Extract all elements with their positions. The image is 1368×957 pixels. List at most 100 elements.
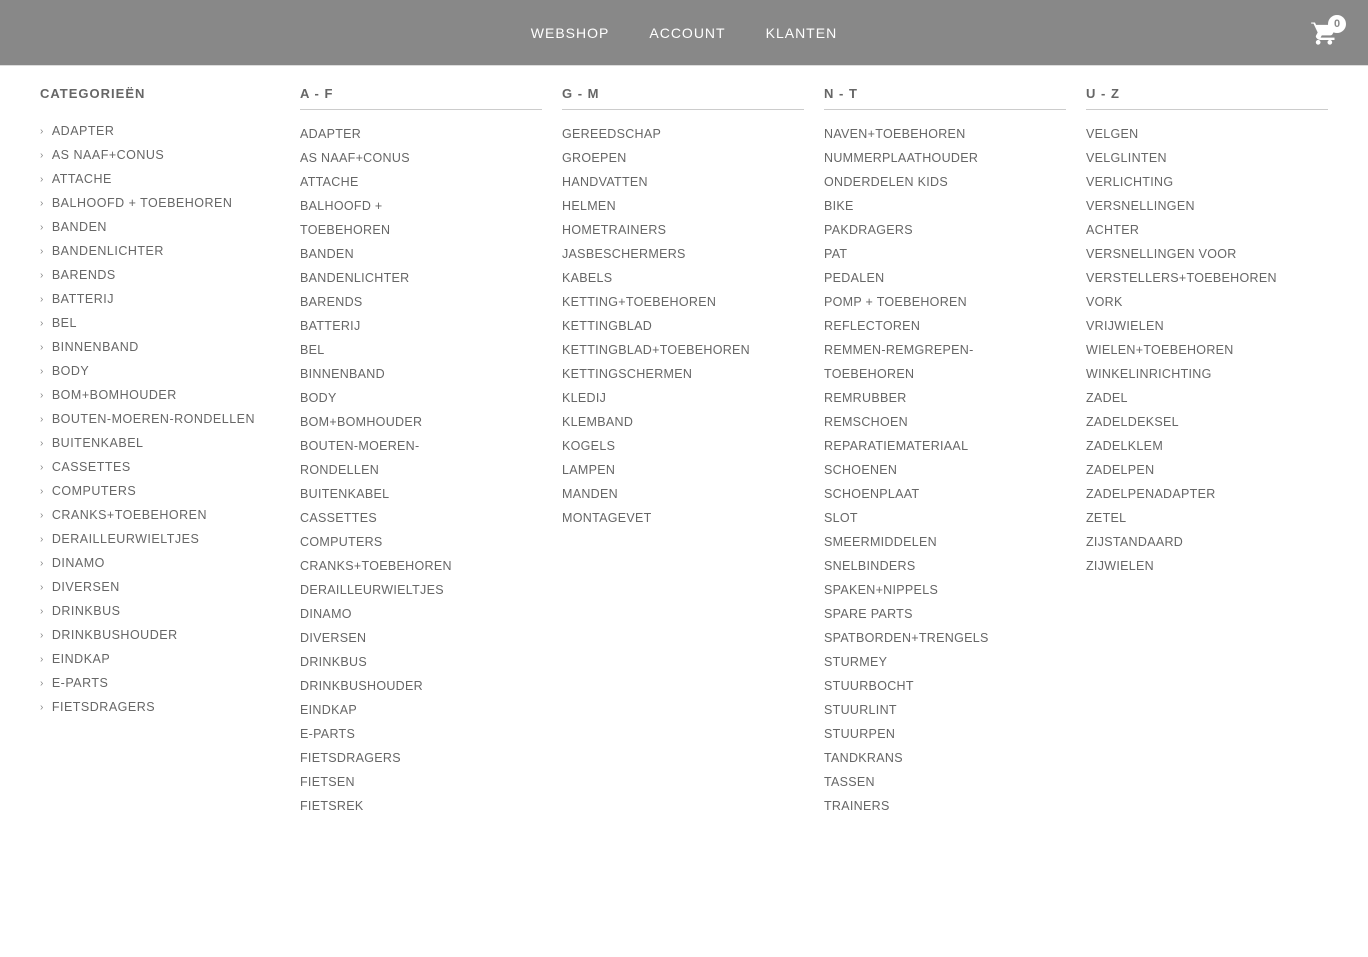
sidebar-item[interactable]: ›COMPUTERS bbox=[40, 479, 280, 503]
list-item[interactable]: KLEMBAND bbox=[562, 410, 804, 434]
nav-klanten[interactable]: KLANTEN bbox=[766, 25, 838, 41]
list-item[interactable]: VELGLINTEN bbox=[1086, 146, 1328, 170]
list-item[interactable]: TANDKRANS bbox=[824, 746, 1066, 770]
list-item[interactable]: SLOT bbox=[824, 506, 1066, 530]
list-item[interactable]: HANDVATTEN bbox=[562, 170, 804, 194]
list-item[interactable]: E-PARTS bbox=[300, 722, 542, 746]
list-item[interactable]: REPARATIEMATERIAAL bbox=[824, 434, 1066, 458]
list-item[interactable]: SCHOENPLAAT bbox=[824, 482, 1066, 506]
list-item[interactable]: KETTINGSCHERMEN bbox=[562, 362, 804, 386]
list-item[interactable]: SPATBORDEN+TRENGELS bbox=[824, 626, 1066, 650]
list-item[interactable]: GROEPEN bbox=[562, 146, 804, 170]
cart-button[interactable]: 0 bbox=[1310, 19, 1338, 47]
list-item[interactable]: DRINKBUS bbox=[300, 650, 542, 674]
list-item[interactable]: STUURPEN bbox=[824, 722, 1066, 746]
sidebar-item[interactable]: ›BANDEN bbox=[40, 215, 280, 239]
list-item[interactable]: NAVEN+TOEBEHOREN bbox=[824, 122, 1066, 146]
sidebar-item[interactable]: ›FIETSDRAGERS bbox=[40, 695, 280, 719]
list-item[interactable]: ONDERDELEN KIDS bbox=[824, 170, 1066, 194]
list-item[interactable]: SPAKEN+NIPPELS bbox=[824, 578, 1066, 602]
list-item[interactable]: MANDEN bbox=[562, 482, 804, 506]
list-item[interactable]: DIVERSEN bbox=[300, 626, 542, 650]
list-item[interactable]: PAT bbox=[824, 242, 1066, 266]
list-item[interactable]: REFLECTOREN bbox=[824, 314, 1066, 338]
list-item[interactable]: KETTINGBLAD+TOEBEHOREN bbox=[562, 338, 804, 362]
list-item[interactable]: HOMETRAINERS bbox=[562, 218, 804, 242]
list-item[interactable]: VELGEN bbox=[1086, 122, 1328, 146]
list-item[interactable]: BALHOOFD + bbox=[300, 194, 542, 218]
list-item[interactable]: VERLICHTING bbox=[1086, 170, 1328, 194]
sidebar-item[interactable]: ›ADAPTER bbox=[40, 119, 280, 143]
list-item[interactable]: STURMEY bbox=[824, 650, 1066, 674]
list-item[interactable]: ZADELPEN bbox=[1086, 458, 1328, 482]
nav-webshop[interactable]: WEBSHOP bbox=[531, 25, 610, 41]
list-item[interactable]: BUITENKABEL bbox=[300, 482, 542, 506]
sidebar-item[interactable]: ›DRINKBUSHOUDER bbox=[40, 623, 280, 647]
list-item[interactable]: KETTING+TOEBEHOREN bbox=[562, 290, 804, 314]
list-item[interactable]: ZIJSTANDAARD bbox=[1086, 530, 1328, 554]
list-item[interactable]: TOEBEHOREN bbox=[300, 218, 542, 242]
sidebar-item[interactable]: ›BUITENKABEL bbox=[40, 431, 280, 455]
list-item[interactable]: WINKELINRICHTING bbox=[1086, 362, 1328, 386]
list-item[interactable]: ATTACHE bbox=[300, 170, 542, 194]
list-item[interactable]: KOGELS bbox=[562, 434, 804, 458]
list-item[interactable]: BINNENBAND bbox=[300, 362, 542, 386]
list-item[interactable]: AS NAAF+CONUS bbox=[300, 146, 542, 170]
list-item[interactable]: TASSEN bbox=[824, 770, 1066, 794]
list-item[interactable]: WIELEN+TOEBEHOREN bbox=[1086, 338, 1328, 362]
list-item[interactable]: FIETSDRAGERS bbox=[300, 746, 542, 770]
list-item[interactable]: PAKDRAGERS bbox=[824, 218, 1066, 242]
sidebar-item[interactable]: ›EINDKAP bbox=[40, 647, 280, 671]
list-item[interactable]: VERSTELLERS+TOEBEHOREN bbox=[1086, 266, 1328, 290]
list-item[interactable]: SPARE PARTS bbox=[824, 602, 1066, 626]
list-item[interactable]: SNELBINDERS bbox=[824, 554, 1066, 578]
list-item[interactable]: FIETSREK bbox=[300, 794, 542, 818]
list-item[interactable]: CASSETTES bbox=[300, 506, 542, 530]
list-item[interactable]: BANDEN bbox=[300, 242, 542, 266]
list-item[interactable]: STUURLINT bbox=[824, 698, 1066, 722]
list-item[interactable]: MONTAGEVET bbox=[562, 506, 804, 530]
list-item[interactable]: TOEBEHOREN bbox=[824, 362, 1066, 386]
sidebar-item[interactable]: ›DINAMO bbox=[40, 551, 280, 575]
list-item[interactable]: BOUTEN-MOEREN- bbox=[300, 434, 542, 458]
list-item[interactable]: FIETSEN bbox=[300, 770, 542, 794]
list-item[interactable]: ADAPTER bbox=[300, 122, 542, 146]
list-item[interactable]: VORK bbox=[1086, 290, 1328, 314]
nav-account[interactable]: ACCOUNT bbox=[649, 25, 725, 41]
list-item[interactable]: HELMEN bbox=[562, 194, 804, 218]
list-item[interactable]: BATTERIJ bbox=[300, 314, 542, 338]
sidebar-item[interactable]: ›DIVERSEN bbox=[40, 575, 280, 599]
list-item[interactable]: KETTINGBLAD bbox=[562, 314, 804, 338]
list-item[interactable]: GEREEDSCHAP bbox=[562, 122, 804, 146]
list-item[interactable]: KABELS bbox=[562, 266, 804, 290]
list-item[interactable]: BANDENLICHTER bbox=[300, 266, 542, 290]
list-item[interactable]: CRANKS+TOEBEHOREN bbox=[300, 554, 542, 578]
list-item[interactable]: PEDALEN bbox=[824, 266, 1066, 290]
list-item[interactable]: ZADEL bbox=[1086, 386, 1328, 410]
list-item[interactable]: VERSNELLINGEN VOOR bbox=[1086, 242, 1328, 266]
list-item[interactable]: DINAMO bbox=[300, 602, 542, 626]
list-item[interactable]: BEL bbox=[300, 338, 542, 362]
sidebar-item[interactable]: ›CRANKS+TOEBEHOREN bbox=[40, 503, 280, 527]
list-item[interactable]: KLEDIJ bbox=[562, 386, 804, 410]
list-item[interactable]: RONDELLEN bbox=[300, 458, 542, 482]
list-item[interactable]: NUMMERPLAATHOUDER bbox=[824, 146, 1066, 170]
list-item[interactable]: ZADELDEKSEL bbox=[1086, 410, 1328, 434]
sidebar-item[interactable]: ›BODY bbox=[40, 359, 280, 383]
sidebar-item[interactable]: ›BOUTEN-MOEREN-RONDELLEN bbox=[40, 407, 280, 431]
list-item[interactable]: BIKE bbox=[824, 194, 1066, 218]
list-item[interactable]: JASBESCHERMERS bbox=[562, 242, 804, 266]
list-item[interactable]: LAMPEN bbox=[562, 458, 804, 482]
list-item[interactable]: SMEERMIDDELEN bbox=[824, 530, 1066, 554]
list-item[interactable]: BOM+BOMHOUDER bbox=[300, 410, 542, 434]
list-item[interactable]: BARENDS bbox=[300, 290, 542, 314]
sidebar-item[interactable]: ›BATTERIJ bbox=[40, 287, 280, 311]
list-item[interactable]: ACHTER bbox=[1086, 218, 1328, 242]
list-item[interactable]: POMP + TOEBEHOREN bbox=[824, 290, 1066, 314]
list-item[interactable]: BODY bbox=[300, 386, 542, 410]
list-item[interactable]: REMRUBBER bbox=[824, 386, 1066, 410]
list-item[interactable]: EINDKAP bbox=[300, 698, 542, 722]
list-item[interactable]: TRAINERS bbox=[824, 794, 1066, 818]
sidebar-item[interactable]: ›E-PARTS bbox=[40, 671, 280, 695]
sidebar-item[interactable]: ›ATTACHE bbox=[40, 167, 280, 191]
